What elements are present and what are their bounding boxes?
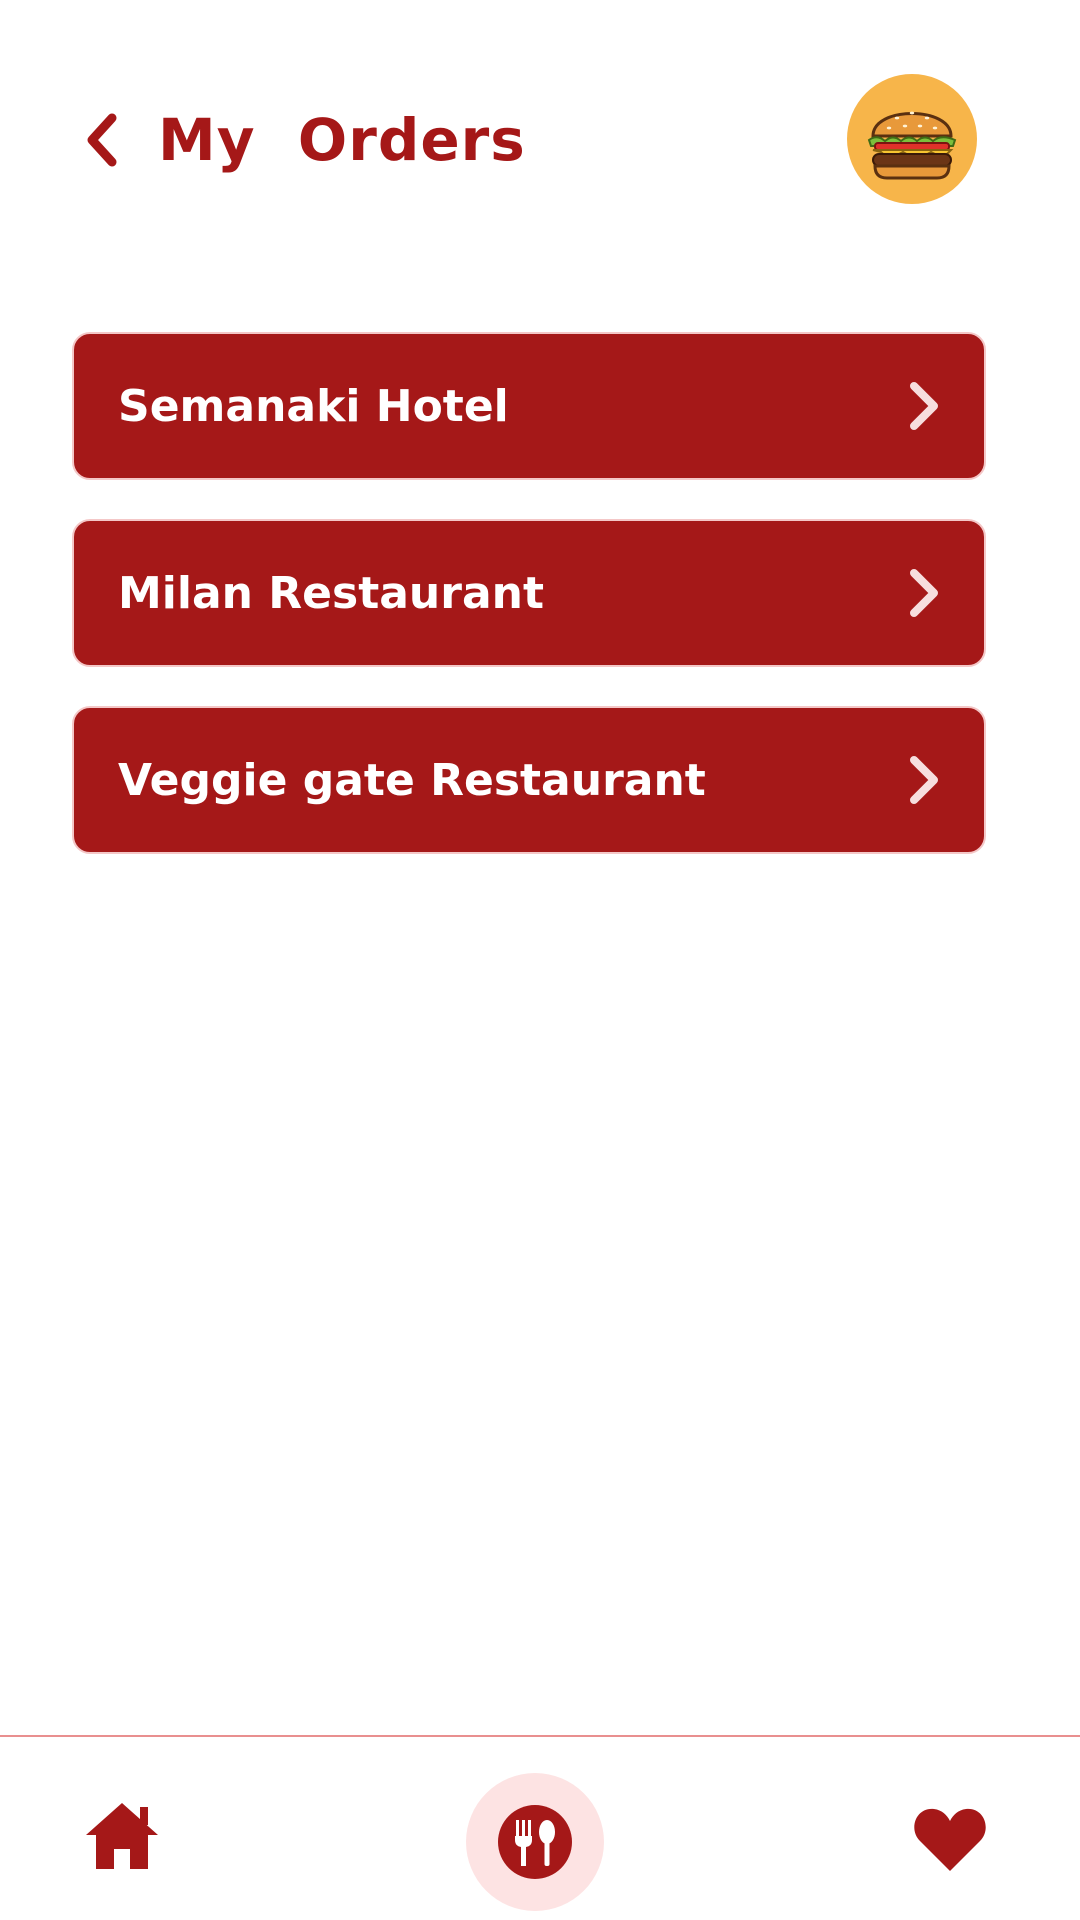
bottom-nav xyxy=(0,1737,1080,1920)
order-card[interactable]: Milan Restaurant xyxy=(72,519,986,667)
avatar[interactable] xyxy=(847,74,977,204)
chevron-left-icon xyxy=(87,113,117,167)
fork-spoon-icon xyxy=(498,1805,572,1879)
home-icon xyxy=(86,1803,158,1869)
burger-icon xyxy=(867,111,957,180)
order-name: Veggie gate Restaurant xyxy=(118,754,706,806)
chevron-right-icon xyxy=(910,382,938,430)
nav-home-button[interactable] xyxy=(84,1799,160,1871)
order-name: Semanaki Hotel xyxy=(118,380,509,432)
order-card[interactable]: Veggie gate Restaurant xyxy=(72,706,986,854)
nav-favorites-button[interactable] xyxy=(912,1805,988,1873)
header: My Orders xyxy=(0,0,1080,280)
page-title: My Orders xyxy=(158,106,526,174)
heart-icon xyxy=(914,1808,986,1871)
orders-list: Semanaki Hotel Milan Restaurant Veggie g… xyxy=(72,332,986,893)
order-name: Milan Restaurant xyxy=(118,567,544,619)
chevron-right-icon xyxy=(910,569,938,617)
chevron-right-icon xyxy=(910,756,938,804)
nav-orders-button[interactable] xyxy=(466,1773,604,1911)
order-card[interactable]: Semanaki Hotel xyxy=(72,332,986,480)
back-button[interactable] xyxy=(78,108,126,172)
